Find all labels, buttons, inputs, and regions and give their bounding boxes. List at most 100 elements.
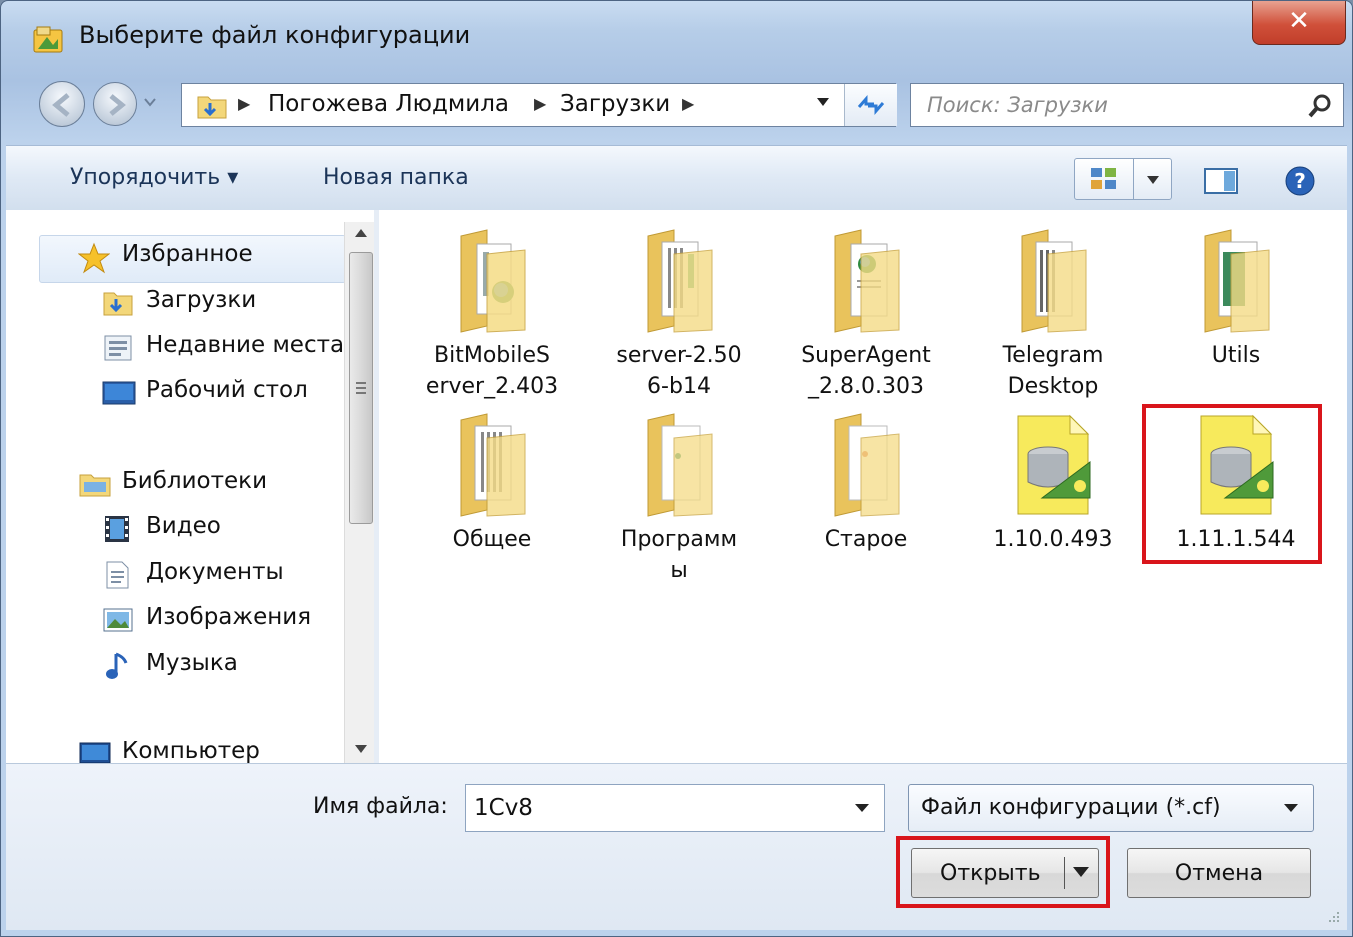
window-title: Выберите файл конфигурации	[79, 21, 471, 49]
organize-button[interactable]: Упорядочить ▾	[70, 165, 238, 190]
grip-icon	[356, 382, 366, 394]
folder-docs-icon	[1021, 229, 1087, 333]
file-open-dialog: Выберите файл конфигурации ✕ ▶ Погожева …	[0, 0, 1353, 937]
file-name: Telegram	[1002, 343, 1104, 368]
title-bar[interactable]: Выберите файл конфигурации ✕	[1, 1, 1352, 71]
address-dropdown-icon[interactable]	[815, 96, 831, 108]
downloads-folder-icon	[197, 96, 227, 119]
navigation-bar: ▶ Погожева Людмила ▶ Загрузки ▶ Поиск: З…	[1, 77, 1352, 133]
file-item[interactable]: Общее	[402, 410, 582, 555]
nav-item-images[interactable]: Изображения	[102, 601, 342, 641]
address-bar[interactable]: ▶ Погожева Людмила ▶ Загрузки ▶	[181, 83, 897, 127]
file-list: BitMobileS erver_2.403 server-2.50 6-b14	[379, 210, 1347, 763]
config-file-icon	[1017, 414, 1091, 515]
desktop-icon	[102, 381, 136, 405]
nav-item-libraries[interactable]: Библиотеки	[78, 465, 338, 505]
folder-globe-icon	[460, 229, 526, 333]
command-toolbar: Упорядочить ▾ Новая папка ?	[6, 145, 1347, 211]
help-icon[interactable]: ?	[1284, 165, 1316, 197]
folder-docs-icon	[647, 413, 713, 517]
scroll-up-icon[interactable]	[354, 228, 368, 238]
breadcrumb-user[interactable]: Погожева Людмила	[268, 91, 509, 117]
file-item[interactable]: Старое	[776, 410, 956, 555]
downloads-folder-icon	[103, 292, 133, 316]
file-item[interactable]: SuperAgent _2.8.0.303	[776, 226, 956, 402]
bottom-panel: Имя файла: 1Cv8 Файл конфигурации (*.cf)…	[6, 763, 1347, 930]
nav-item-favorites[interactable]: Избранное	[78, 238, 338, 278]
folder-globe-icon	[834, 229, 900, 333]
close-button[interactable]: ✕	[1252, 1, 1346, 45]
view-separator	[1133, 159, 1134, 199]
search-icon[interactable]	[1307, 93, 1333, 119]
preview-pane-icon[interactable]	[1204, 168, 1238, 194]
folder-docs-icon	[460, 413, 526, 517]
new-folder-button[interactable]: Новая папка	[323, 165, 469, 190]
file-name: Общее	[452, 527, 532, 552]
folder-green-icon	[1204, 229, 1270, 333]
folder-docs-icon	[647, 229, 713, 333]
search-placeholder: Поиск: Загрузки	[927, 93, 1108, 117]
nav-item-video[interactable]: Видео	[102, 510, 342, 550]
music-icon	[106, 652, 128, 679]
nav-label: Музыка	[146, 650, 238, 676]
forward-button[interactable]	[93, 82, 137, 126]
app-icon	[33, 26, 63, 53]
file-name-line2: 6-b14	[647, 374, 711, 399]
arrow-left-icon	[52, 93, 70, 117]
nav-label: Компьютер	[122, 738, 260, 763]
filename-input[interactable]: 1Cv8	[465, 784, 885, 832]
cancel-button-label: Отмена	[1174, 861, 1264, 886]
folder-docs-icon	[834, 413, 900, 517]
nav-item-computer[interactable]: Компьютер	[78, 735, 338, 763]
file-item[interactable]: 1.10.0.493	[963, 410, 1143, 555]
file-item[interactable]: Программ ы	[589, 410, 769, 586]
history-dropdown-icon[interactable]	[143, 97, 157, 107]
cancel-button[interactable]: Отмена	[1127, 848, 1311, 898]
breadcrumb-downloads[interactable]: Загрузки	[560, 91, 670, 117]
filename-label: Имя файла:	[313, 794, 448, 819]
file-name-line2: erver_2.403	[425, 374, 559, 399]
file-item[interactable]: BitMobileS erver_2.403	[402, 226, 582, 402]
chevron-down-icon[interactable]	[854, 803, 870, 813]
svg-text:?: ?	[1294, 169, 1306, 193]
nav-label: Видео	[146, 513, 221, 539]
chevron-down-icon[interactable]	[1146, 175, 1160, 185]
libraries-icon	[79, 474, 111, 497]
file-name: server-2.50	[616, 343, 742, 368]
breadcrumb-arrow-icon[interactable]: ▶	[238, 94, 250, 113]
scroll-down-icon[interactable]	[354, 744, 368, 754]
nav-item-documents[interactable]: Документы	[102, 556, 342, 596]
file-name-line2: _2.8.0.303	[808, 374, 924, 399]
refresh-button[interactable]	[844, 84, 897, 126]
file-name: BitMobileS	[434, 343, 550, 368]
nav-item-desktop[interactable]: Рабочий стол	[102, 374, 342, 414]
change-view-button[interactable]	[1074, 158, 1172, 200]
file-name: SuperAgent	[801, 343, 931, 368]
file-name: Utils	[1211, 343, 1261, 368]
file-item[interactable]: Utils	[1146, 226, 1326, 371]
resize-grip-icon[interactable]	[1327, 910, 1341, 924]
breadcrumb-arrow-icon[interactable]: ▶	[534, 94, 546, 113]
recent-places-icon	[104, 335, 132, 361]
view-icon	[1091, 168, 1116, 189]
star-icon	[78, 242, 110, 274]
nav-scrollbar-thumb[interactable]	[349, 252, 373, 524]
nav-item-music[interactable]: Музыка	[102, 647, 342, 687]
nav-item-downloads[interactable]: Загрузки	[102, 284, 342, 324]
nav-item-recent[interactable]: Недавние места	[102, 329, 345, 369]
file-name-line2: ы	[670, 558, 688, 583]
nav-label: Документы	[146, 559, 284, 585]
search-box[interactable]: Поиск: Загрузки	[910, 83, 1344, 127]
arrow-right-icon	[109, 94, 126, 116]
nav-label: Недавние места	[146, 332, 345, 358]
file-name: Старое	[824, 527, 908, 552]
filetype-select[interactable]: Файл конфигурации (*.cf)	[908, 784, 1314, 832]
computer-icon	[79, 742, 111, 763]
back-button[interactable]	[39, 81, 85, 127]
highlight-annotation	[896, 836, 1110, 908]
nav-scrollbar[interactable]	[344, 222, 377, 763]
file-item[interactable]: server-2.50 6-b14	[589, 226, 769, 402]
video-icon	[105, 516, 129, 542]
file-item[interactable]: Telegram Desktop	[963, 226, 1143, 402]
breadcrumb-arrow-icon[interactable]: ▶	[682, 94, 694, 113]
